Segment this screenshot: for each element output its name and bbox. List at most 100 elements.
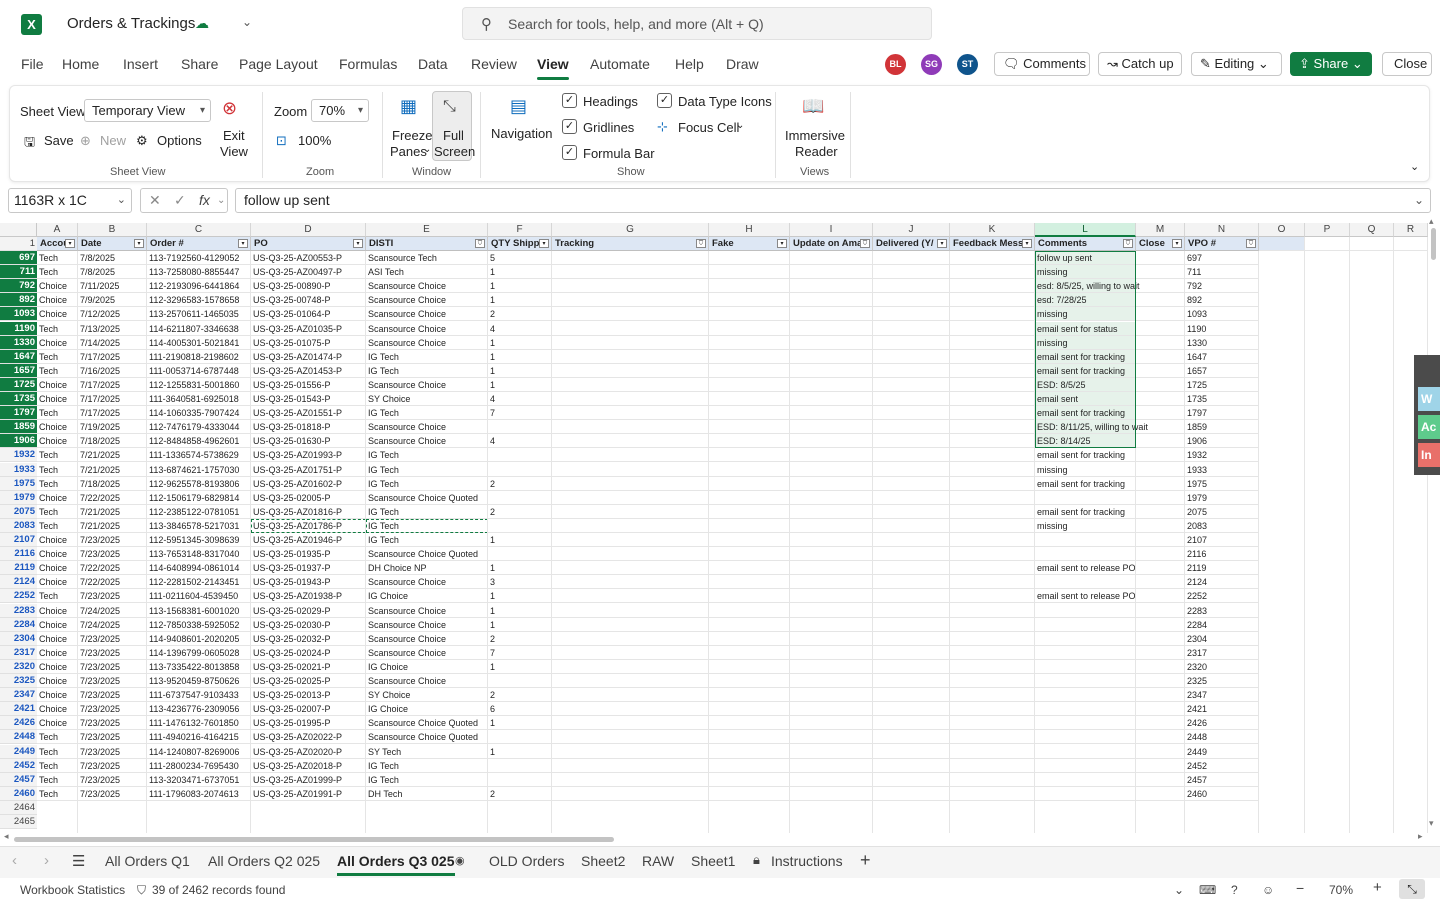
spreadsheet-grid[interactable]: A B C D E F G H I J K L M N O P Q R 1 Accou ▾ Date ▾ Order # ▾ PO… (0, 223, 1428, 833)
row-header[interactable]: 2347 (0, 688, 37, 703)
table-cell[interactable]: 1 (488, 349, 552, 364)
status-zoom-value[interactable]: 70% (1329, 883, 1353, 897)
table-cell[interactable]: esd: 7/28/25 (1035, 293, 1136, 308)
full-screen-button[interactable]: ⤡ Full Screen (432, 91, 475, 161)
table-cell[interactable]: 2116 (1185, 547, 1259, 562)
table-cell[interactable] (790, 659, 873, 674)
table-cell[interactable]: IG Choice (366, 702, 488, 717)
table-cell[interactable]: 114-1396799-0605028 (147, 645, 251, 660)
table-cell[interactable]: 7/8/2025 (78, 265, 147, 280)
table-cell[interactable]: follow up sent (1035, 251, 1136, 265)
table-cell[interactable] (873, 518, 950, 533)
table-cell[interactable] (790, 561, 873, 576)
table-cell[interactable]: 2317 (1185, 645, 1259, 660)
menu-view[interactable]: View (537, 56, 569, 80)
table-cell[interactable] (709, 645, 790, 660)
table-cell[interactable]: missing (1035, 335, 1136, 350)
table-cell[interactable]: US-Q3-25-AZ02022-P (251, 730, 366, 745)
table-cell[interactable]: 113-6874621-1757030 (147, 462, 251, 477)
table-cell[interactable] (873, 335, 950, 350)
table-cell[interactable] (873, 617, 950, 632)
table-cell[interactable]: 7/11/2025 (78, 279, 147, 294)
table-cell[interactable] (709, 716, 790, 731)
table-cell[interactable]: 7/23/2025 (78, 547, 147, 562)
table-cell[interactable]: Scansource Tech (366, 251, 488, 265)
table-column-header[interactable]: QTY Shippe ▾ (488, 237, 552, 251)
table-cell[interactable]: IG Tech (366, 462, 488, 477)
column-header-l[interactable]: L (1035, 223, 1136, 237)
table-cell[interactable] (873, 293, 950, 308)
row-header[interactable]: 2325 (0, 674, 37, 688)
chevron-down-icon[interactable]: ⌄ (1174, 883, 1184, 897)
table-cell[interactable]: US-Q3-25-02013-P (251, 688, 366, 703)
table-cell[interactable]: 2320 (1185, 659, 1259, 674)
table-cell[interactable]: 1933 (1185, 462, 1259, 477)
document-title[interactable]: Orders & Trackings (67, 15, 195, 32)
formula-bar-label[interactable]: Formula Bar (583, 146, 655, 161)
next-sheet-icon[interactable]: › (44, 852, 49, 869)
table-cell[interactable] (1136, 645, 1185, 660)
menu-review[interactable]: Review (471, 56, 517, 72)
table-cell[interactable] (709, 462, 790, 477)
table-cell[interactable]: 1 (488, 589, 552, 604)
table-cell[interactable]: 2325 (1185, 674, 1259, 688)
table-cell[interactable]: email sent for tracking (1035, 363, 1136, 378)
table-cell[interactable]: 2107 (1185, 533, 1259, 547)
table-cell[interactable]: 1979 (1185, 490, 1259, 505)
table-cell[interactable]: 3 (488, 575, 552, 590)
row-header[interactable]: 2116 (0, 547, 37, 562)
table-cell[interactable] (552, 547, 709, 562)
table-cell[interactable] (552, 448, 709, 463)
table-cell[interactable] (1136, 504, 1185, 519)
table-cell[interactable]: Choice (37, 716, 78, 731)
table-cell[interactable] (488, 490, 552, 505)
table-cell[interactable] (790, 547, 873, 562)
table-cell[interactable] (950, 688, 1035, 703)
table-cell[interactable]: 2284 (1185, 617, 1259, 632)
excel-logo-icon[interactable]: X (21, 14, 42, 35)
table-cell[interactable] (790, 504, 873, 519)
table-cell[interactable]: 7/21/2025 (78, 462, 147, 477)
table-cell[interactable]: US-Q3-25-01630-P (251, 434, 366, 449)
table-cell[interactable] (790, 631, 873, 646)
headings-checkbox[interactable]: ✓ (562, 93, 577, 108)
table-cell[interactable]: Scansource Choice Quoted (366, 547, 488, 562)
table-cell[interactable] (1035, 730, 1136, 745)
chevron-down-icon[interactable]: ⌄ (242, 15, 252, 29)
table-cell[interactable]: DH Choice NP (366, 561, 488, 576)
table-cell[interactable]: 1 (488, 335, 552, 350)
table-cell[interactable]: 7/21/2025 (78, 504, 147, 519)
table-cell[interactable] (552, 716, 709, 731)
table-cell[interactable] (873, 716, 950, 731)
table-cell[interactable]: Tech (37, 462, 78, 477)
table-cell[interactable] (950, 533, 1035, 547)
table-cell[interactable] (950, 265, 1035, 280)
table-cell[interactable] (1035, 702, 1136, 717)
table-cell[interactable] (950, 251, 1035, 265)
table-cell[interactable]: esd: 8/5/25, willing to wait (1035, 279, 1140, 294)
table-cell[interactable]: 7/17/2025 (78, 377, 147, 392)
table-cell[interactable]: Scansource Choice Quoted (366, 716, 488, 731)
table-cell[interactable] (709, 504, 790, 519)
table-cell[interactable] (950, 335, 1035, 350)
table-cell[interactable]: 1 (488, 533, 552, 547)
row-header[interactable]: 2283 (0, 603, 37, 618)
table-cell[interactable]: IG Tech (366, 758, 488, 773)
table-cell[interactable]: IG Tech (366, 363, 488, 378)
table-cell[interactable] (552, 504, 709, 519)
column-header-i[interactable]: I (790, 223, 873, 237)
table-cell[interactable]: 1657 (1185, 363, 1259, 378)
table-cell[interactable] (1035, 758, 1136, 773)
table-cell[interactable]: Tech (37, 251, 78, 265)
table-cell[interactable]: US-Q3-25-02005-P (251, 490, 366, 505)
table-cell[interactable] (790, 688, 873, 703)
table-cell[interactable] (950, 434, 1035, 449)
table-cell[interactable] (1035, 645, 1136, 660)
table-cell[interactable]: 2 (488, 786, 552, 801)
sheet-tab[interactable]: Instructions (771, 853, 843, 869)
table-cell[interactable] (950, 561, 1035, 576)
table-cell[interactable] (950, 631, 1035, 646)
table-column-header[interactable]: PO ▾ (251, 237, 366, 251)
table-cell[interactable] (873, 349, 950, 364)
table-cell[interactable] (950, 603, 1035, 618)
